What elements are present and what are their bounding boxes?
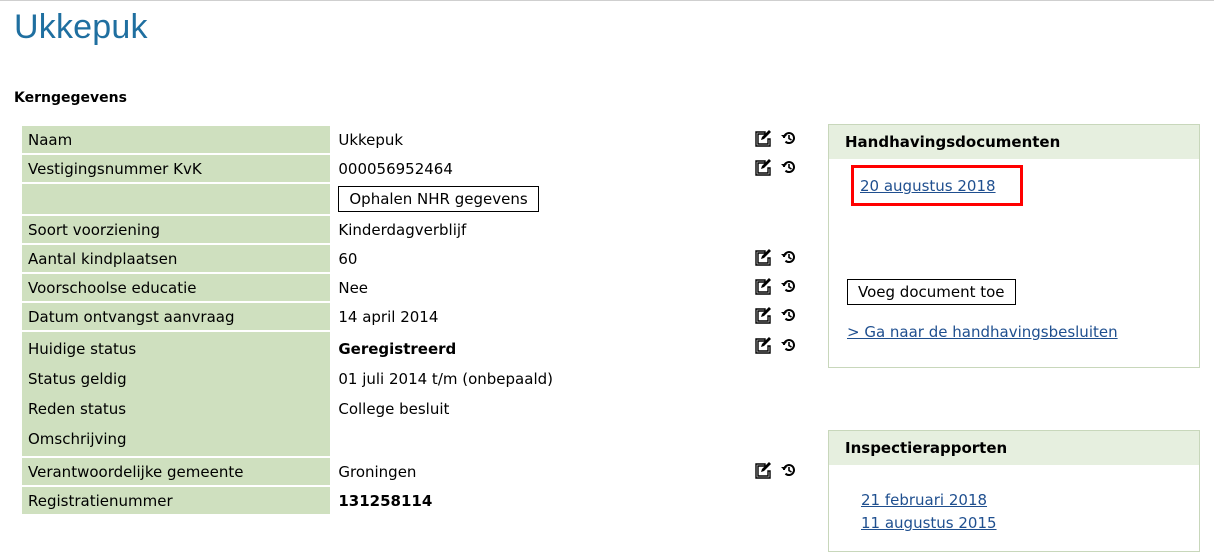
history-icon[interactable] <box>780 461 798 479</box>
handhavingsdocumenten-panel: Handhavingsdocumenten 20 augustus 2018 V… <box>828 124 1200 368</box>
panel-header-inspectie: Inspectierapporten <box>829 431 1199 465</box>
edit-icon[interactable] <box>754 129 772 147</box>
row-value: Groningen <box>332 458 748 485</box>
row-value: 000056952464 <box>332 155 748 182</box>
history-icon[interactable] <box>780 306 798 324</box>
row-label: Verantwoordelijke gemeente <box>22 458 331 485</box>
inspectierapporten-panel: Inspectierapporten 21 februari 2018 11 a… <box>828 430 1200 552</box>
document-link[interactable]: 20 augustus 2018 <box>860 177 996 195</box>
edit-icon[interactable] <box>754 248 772 266</box>
top-border <box>0 0 1214 1</box>
status-label: Reden status <box>28 400 127 418</box>
table-row: Soort voorziening Kinderdagverblijf <box>22 216 808 243</box>
edit-icon[interactable] <box>754 306 772 324</box>
inspectie-list: 21 februari 2018 11 augustus 2015 <box>861 489 997 535</box>
row-value: 131258114 <box>332 487 808 514</box>
row-label: Registratienummer <box>22 487 331 514</box>
table-row: Datum ontvangst aanvraag 14 april 2014 <box>22 303 808 330</box>
edit-icon[interactable] <box>754 461 772 479</box>
table-row: Voorschoolse educatie Nee <box>22 274 808 301</box>
edit-icon[interactable] <box>754 158 772 176</box>
table-row: Aantal kindplaatsen 60 <box>22 245 808 272</box>
row-label-empty <box>22 184 331 214</box>
highlighted-document-box: 20 augustus 2018 <box>851 165 1023 206</box>
history-icon[interactable] <box>780 336 798 354</box>
table-row: Naam Ukkepuk <box>22 126 808 153</box>
voeg-document-toe-button[interactable]: Voeg document toe <box>847 279 1016 305</box>
page-title: Ukkepuk <box>14 8 148 46</box>
row-label: Vestigingsnummer KvK <box>22 155 331 182</box>
row-value: Nee <box>332 274 748 301</box>
row-label: Aantal kindplaatsen <box>22 245 331 272</box>
table-row: Vestigingsnummer KvK 000056952464 <box>22 155 808 182</box>
row-label: Naam <box>22 126 331 153</box>
status-label: Status geldig <box>28 370 127 388</box>
table-row: Registratienummer 131258114 <box>22 487 808 514</box>
row-label: Voorschoolse educatie <box>22 274 331 301</box>
inspectie-link[interactable]: 11 augustus 2015 <box>861 512 997 535</box>
edit-icon[interactable] <box>754 336 772 354</box>
table-row: Ophalen NHR gegevens <box>22 184 808 214</box>
ophalen-nhr-button[interactable]: Ophalen NHR gegevens <box>338 186 539 212</box>
handhavingsbesluiten-link[interactable]: > Ga naar de handhavingsbesluiten <box>847 323 1118 341</box>
history-icon[interactable] <box>780 277 798 295</box>
row-value: 14 april 2014 <box>332 303 748 330</box>
row-label: Soort voorziening <box>22 216 331 243</box>
edit-icon[interactable] <box>754 277 772 295</box>
panel-header-handhaving: Handhavingsdocumenten <box>829 125 1199 159</box>
row-value: Ukkepuk <box>332 126 748 153</box>
status-label: Huidige status <box>28 340 137 358</box>
status-value: College besluit <box>338 400 450 418</box>
status-value <box>338 424 741 454</box>
history-icon[interactable] <box>780 248 798 266</box>
table-row: Verantwoordelijke gemeente Groningen <box>22 458 808 485</box>
row-value: Kinderdagverblijf <box>332 216 808 243</box>
history-icon[interactable] <box>780 158 798 176</box>
kerngegevens-table: Naam Ukkepuk Vestigingsnummer KvK 000056… <box>20 124 810 516</box>
history-icon[interactable] <box>780 129 798 147</box>
row-value: 60 <box>332 245 748 272</box>
section-heading-kerngegevens: Kerngegevens <box>14 90 127 106</box>
status-value: Geregistreerd <box>338 340 457 358</box>
status-row: Huidige status Status geldig Reden statu… <box>22 332 808 456</box>
row-label: Datum ontvangst aanvraag <box>22 303 331 330</box>
status-label: Omschrijving <box>28 430 127 448</box>
status-value: 01 juli 2014 t/m (onbepaald) <box>338 370 553 388</box>
inspectie-link[interactable]: 21 februari 2018 <box>861 489 997 512</box>
